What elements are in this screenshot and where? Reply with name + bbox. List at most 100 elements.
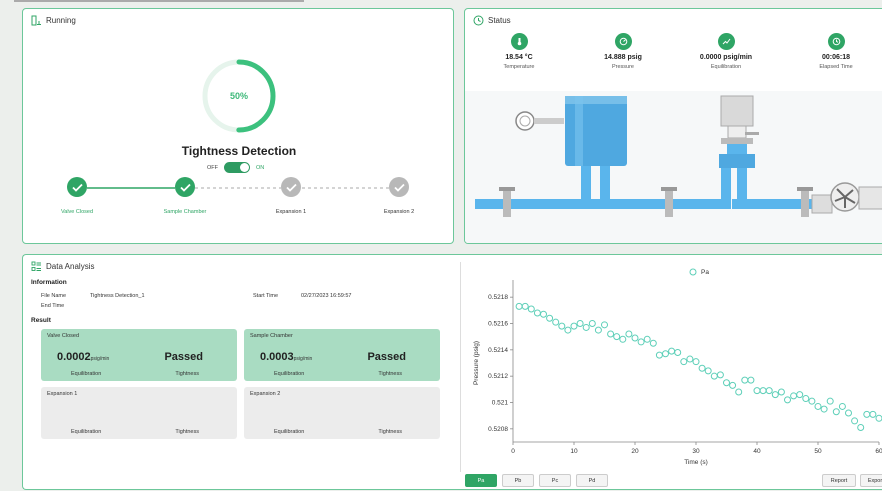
progress-percent: 50%	[229, 91, 248, 101]
data-point	[765, 387, 773, 395]
data-point	[588, 320, 596, 327]
card-right-label: Tightness	[175, 371, 199, 377]
data-point	[802, 395, 810, 403]
data-point	[692, 358, 700, 366]
y-tick-label: 0.521	[492, 400, 509, 407]
data-point	[832, 408, 840, 416]
chart-tab-pa[interactable]: Pa	[465, 474, 497, 487]
step-3-check-icon	[281, 177, 301, 197]
data-point	[594, 326, 602, 334]
running-icon	[31, 15, 42, 26]
data-point	[851, 417, 859, 425]
data-point	[729, 381, 737, 389]
data-point	[838, 402, 846, 410]
data-point	[521, 302, 529, 310]
chart-tab-pb[interactable]: Pb	[502, 474, 534, 487]
chart-tab-pc[interactable]: Pc	[539, 474, 571, 487]
data-point	[674, 348, 682, 356]
status-pressure: 14.888 psig Pressure	[578, 33, 668, 70]
x-tick-label: 20	[631, 448, 639, 455]
card-title: Expansion 2	[250, 391, 281, 397]
test-name: Tightness Detection	[181, 144, 297, 158]
card-left-label: Equilibration	[274, 429, 305, 435]
result-heading: Result	[31, 317, 51, 324]
status-temperature: 18.54 °C Temperature	[474, 33, 564, 70]
x-tick-label: 50	[814, 448, 822, 455]
y-axis-label: Pressure (psig)	[473, 341, 480, 385]
status-equilibration: 0.0000 psig/min Equilibration	[681, 33, 771, 70]
card-title: Expansion 1	[47, 391, 78, 397]
data-point	[686, 355, 694, 363]
step-3-label: Expansion 1	[275, 209, 307, 215]
clock-icon	[827, 33, 845, 50]
data-point	[527, 305, 535, 313]
card-left-label: Equilibration	[71, 371, 102, 377]
pressure-chart: 0.5208 0.521 0.5212 0.5214 0.5216 0.5218 0 10 20…	[473, 268, 882, 466]
data-point	[875, 414, 882, 422]
data-point	[771, 391, 779, 399]
x-tick-label: 30	[692, 448, 700, 455]
x-tick-label: 60	[875, 448, 882, 455]
result-card-4[interactable]: Expansion 2 Equilibration Tightness	[244, 387, 440, 439]
data-point	[540, 310, 547, 318]
data-point	[570, 322, 578, 330]
card-title: Valve Closed	[47, 333, 79, 339]
step-2-check-icon	[175, 177, 195, 197]
x-tick-label: 10	[570, 448, 578, 455]
card-left-label: Equilibration	[71, 429, 102, 435]
y-tick-label: 0.5216	[488, 321, 508, 328]
data-point	[741, 376, 749, 384]
result-card-1[interactable]: Valve Closed 0.0002psig/min Passed Equilibr…	[41, 329, 237, 381]
data-point	[723, 379, 730, 387]
card-title: Sample Chamber	[250, 333, 293, 339]
running-panel: Running 50% Tightness Detection OFF ON V…	[22, 8, 454, 244]
data-point	[515, 302, 523, 310]
data-point	[680, 358, 688, 366]
data-point	[643, 335, 651, 343]
data-point	[790, 392, 798, 400]
step-1-label: Valve Closed	[61, 209, 93, 215]
card-value: 0.0003psig/min	[260, 351, 313, 363]
data-point	[576, 320, 584, 327]
step-4-label: Expansion 2	[383, 209, 415, 215]
status-clock-icon	[473, 15, 484, 26]
data-point	[552, 318, 560, 326]
result-card-3[interactable]: Expansion 1 Equilibration Tightness	[41, 387, 237, 439]
gauge-icon	[614, 33, 632, 50]
data-point	[546, 314, 554, 322]
start-time-label: Start Time	[253, 293, 279, 299]
mode-toggle-row: OFF ON	[207, 162, 264, 173]
data-point	[613, 333, 621, 341]
export-button[interactable]: Expor	[860, 474, 882, 487]
data-point	[863, 410, 871, 418]
data-point	[784, 396, 791, 404]
data-point	[698, 364, 706, 372]
data-point	[533, 309, 541, 317]
data-point	[857, 424, 865, 432]
data-point	[564, 326, 572, 334]
end-time-label: End Time	[41, 303, 65, 309]
data-point	[582, 323, 590, 331]
data-point	[869, 410, 877, 418]
data-point	[845, 409, 852, 417]
report-button[interactable]: Report	[822, 474, 856, 487]
status-panel: Status 18.54 °C Temperature 14.888 psig …	[464, 8, 882, 244]
chart-tab-pd[interactable]: Pd	[576, 474, 608, 487]
data-point	[637, 338, 645, 346]
card-value: 0.0002psig/min	[57, 351, 110, 363]
data-point	[820, 405, 828, 413]
start-time-value: 02/27/2023 16:59:57	[301, 293, 352, 299]
data-analysis-title: Data Analysis	[31, 261, 94, 272]
main-tank-icon	[565, 96, 627, 166]
data-point	[649, 339, 657, 347]
status-panel-title: Status	[473, 15, 511, 26]
card-status: Passed	[164, 351, 203, 363]
y-tick-label: 0.5214	[488, 347, 508, 354]
card-right-label: Tightness	[378, 429, 402, 435]
card-status: Passed	[367, 351, 406, 363]
result-card-2[interactable]: Sample Chamber 0.0003psig/min Passed Equili…	[244, 329, 440, 381]
mode-toggle[interactable]	[224, 162, 250, 173]
y-tick-label: 0.5218	[488, 294, 508, 301]
data-point	[619, 335, 627, 343]
data-point	[735, 388, 743, 396]
